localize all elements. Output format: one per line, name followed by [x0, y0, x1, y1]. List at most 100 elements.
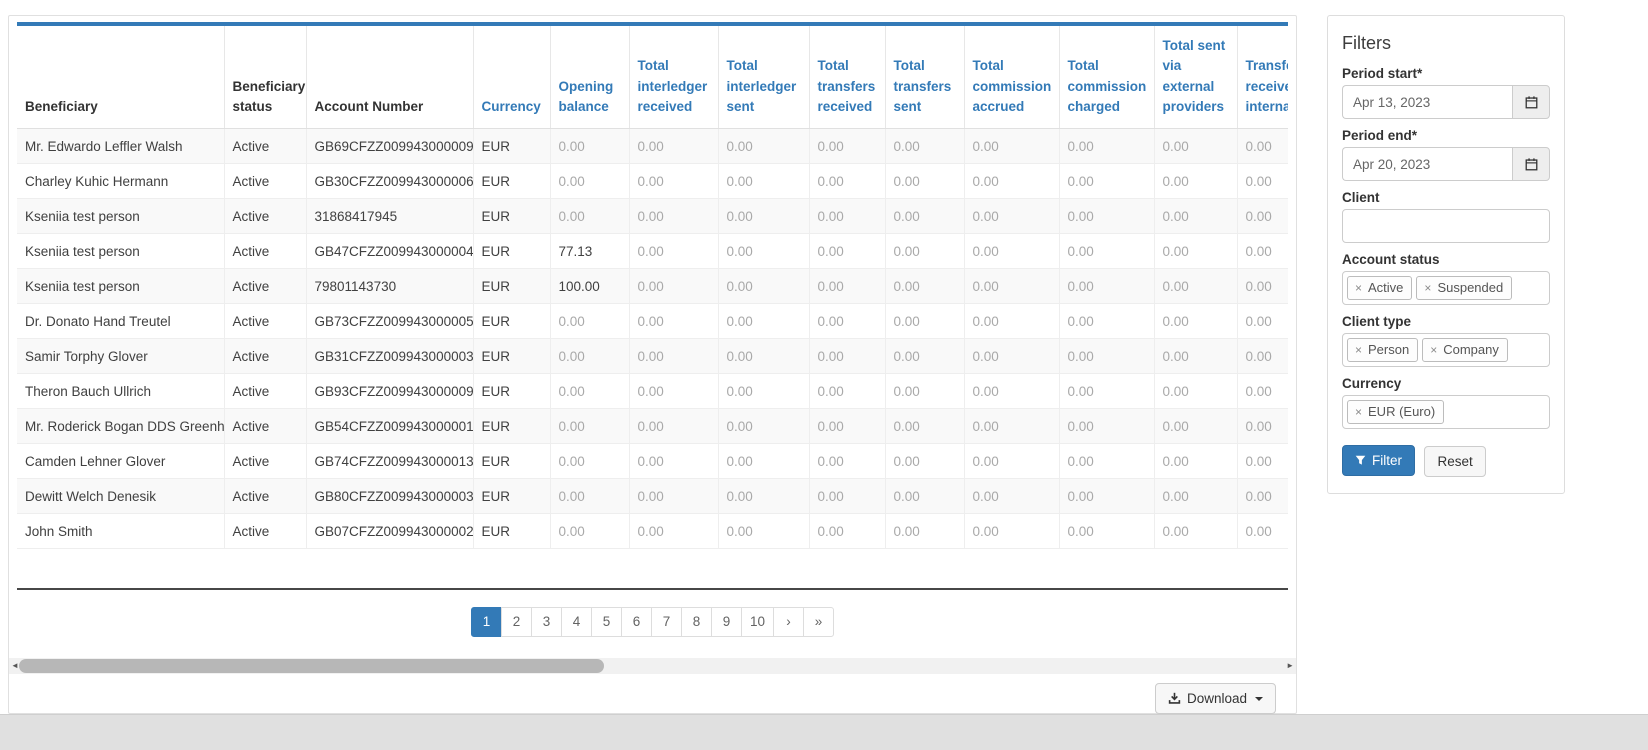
cell-beneficiary-status: Active: [224, 199, 306, 234]
filter-button[interactable]: Filter: [1342, 445, 1415, 476]
cell-total-transfers-received: 0.00: [809, 304, 885, 339]
remove-tag-icon[interactable]: ×: [1355, 344, 1362, 356]
cell-account-number: GB47CFZZ00994300000428: [306, 234, 473, 269]
cell-total-interledger-sent: 0.00: [718, 444, 809, 479]
cell-total-commission-charged: 0.00: [1059, 199, 1154, 234]
column-header-total-transfers-sent[interactable]: Total transfers sent: [885, 24, 964, 129]
cell-total-interledger-received: 0.00: [629, 514, 718, 549]
column-header-transfers-received-via-internal[interactable]: Transfers received via internal: [1237, 24, 1288, 129]
scroll-right-icon[interactable]: ►: [1286, 659, 1294, 673]
page-button-6[interactable]: 6: [621, 607, 652, 637]
table-bottom-rule: [17, 588, 1288, 590]
pagination-wrap: 12345678910›»: [9, 607, 1296, 637]
remove-tag-icon[interactable]: ×: [1430, 344, 1437, 356]
cell-beneficiary: Mr. Edwardo Leffler Walsh: [17, 129, 224, 164]
page: BeneficiaryBeneficiary statusAccount Num…: [0, 0, 1648, 750]
client-type-multiselect[interactable]: ×Person×Company: [1342, 333, 1550, 367]
cell-total-transfers-sent: 0.00: [885, 129, 964, 164]
cell-total-interledger-received: 0.00: [629, 374, 718, 409]
cell-beneficiary: Dewitt Welch Denesik: [17, 479, 224, 514]
remove-tag-icon[interactable]: ×: [1355, 406, 1362, 418]
cell-beneficiary: Camden Lehner Glover: [17, 444, 224, 479]
cell-beneficiary-status: Active: [224, 269, 306, 304]
cell-total-sent-via-external-providers: 0.00: [1154, 234, 1237, 269]
cell-transfers-received-via-internal: 0.00: [1237, 164, 1288, 199]
download-button[interactable]: Download: [1155, 683, 1276, 714]
page-button-7[interactable]: 7: [651, 607, 682, 637]
cell-beneficiary-status: Active: [224, 339, 306, 374]
client-input[interactable]: [1342, 209, 1550, 243]
client-label: Client: [1342, 190, 1550, 205]
cell-currency: EUR: [473, 409, 550, 444]
cell-currency: EUR: [473, 129, 550, 164]
page-button-2[interactable]: 2: [501, 607, 532, 637]
column-header-total-interledger-received[interactable]: Total interledger received: [629, 24, 718, 129]
table-row: Dewitt Welch DenesikActiveGB80CFZZ009943…: [17, 479, 1288, 514]
cell-total-transfers-received: 0.00: [809, 269, 885, 304]
cell-opening-balance: 0.00: [550, 164, 629, 199]
cell-total-commission-charged: 0.00: [1059, 444, 1154, 479]
period-start-calendar-button[interactable]: [1512, 85, 1550, 119]
cell-beneficiary-status: Active: [224, 129, 306, 164]
filters-title: Filters: [1342, 33, 1550, 54]
cell-total-transfers-sent: 0.00: [885, 304, 964, 339]
page-button-5[interactable]: 5: [591, 607, 622, 637]
cell-account-number: GB80CFZZ00994300000319: [306, 479, 473, 514]
cell-beneficiary: Kseniia test person: [17, 269, 224, 304]
column-header-currency[interactable]: Currency: [473, 24, 550, 129]
cell-total-commission-accrued: 0.00: [964, 339, 1059, 374]
column-header-opening-balance[interactable]: Opening balance: [550, 24, 629, 129]
column-header-total-commission-accrued[interactable]: Total commission accrued: [964, 24, 1059, 129]
cell-total-transfers-received: 0.00: [809, 444, 885, 479]
cell-total-interledger-sent: 0.00: [718, 234, 809, 269]
scroll-left-icon[interactable]: ◄: [11, 659, 19, 673]
cell-total-commission-accrued: 0.00: [964, 269, 1059, 304]
cell-total-interledger-received: 0.00: [629, 199, 718, 234]
cell-total-interledger-sent: 0.00: [718, 514, 809, 549]
currency-multiselect[interactable]: ×EUR (Euro): [1342, 395, 1550, 429]
page-button-4[interactable]: 4: [561, 607, 592, 637]
cell-total-interledger-received: 0.00: [629, 444, 718, 479]
cell-total-transfers-received: 0.00: [809, 374, 885, 409]
cell-total-sent-via-external-providers: 0.00: [1154, 129, 1237, 164]
page-button-10[interactable]: 10: [741, 607, 774, 637]
page-button-8[interactable]: 8: [681, 607, 712, 637]
horizontal-scrollbar[interactable]: ◄ ►: [9, 658, 1296, 674]
cell-total-interledger-sent: 0.00: [718, 374, 809, 409]
account-status-multiselect[interactable]: ×Active×Suspended: [1342, 271, 1550, 305]
column-header-total-commission-charged[interactable]: Total commission charged: [1059, 24, 1154, 129]
scrollbar-thumb[interactable]: [19, 659, 604, 673]
page-button-1[interactable]: 1: [471, 607, 502, 637]
cell-total-transfers-sent: 0.00: [885, 374, 964, 409]
period-end-input[interactable]: [1342, 147, 1512, 181]
period-start-input[interactable]: [1342, 85, 1512, 119]
table-header-row: BeneficiaryBeneficiary statusAccount Num…: [17, 24, 1288, 129]
cell-opening-balance: 0.00: [550, 304, 629, 339]
cell-total-transfers-sent: 0.00: [885, 409, 964, 444]
remove-tag-icon[interactable]: ×: [1424, 282, 1431, 294]
download-label: Download: [1187, 691, 1247, 706]
beneficiaries-table: BeneficiaryBeneficiary statusAccount Num…: [17, 22, 1288, 549]
account-status-tag: ×Active: [1347, 276, 1412, 300]
cell-account-number: GB07CFZZ00994300000275: [306, 514, 473, 549]
client-type-label: Client type: [1342, 314, 1550, 329]
cell-beneficiary: John Smith: [17, 514, 224, 549]
cell-total-sent-via-external-providers: 0.00: [1154, 409, 1237, 444]
period-end-calendar-button[interactable]: [1512, 147, 1550, 181]
column-header-total-interledger-sent[interactable]: Total interledger sent: [718, 24, 809, 129]
cell-transfers-received-via-internal: 0.00: [1237, 269, 1288, 304]
period-start-group: [1342, 85, 1550, 119]
page-last-button[interactable]: »: [803, 607, 834, 637]
remove-tag-icon[interactable]: ×: [1355, 282, 1362, 294]
page-next-button[interactable]: ›: [773, 607, 804, 637]
column-header-total-transfers-received[interactable]: Total transfers received: [809, 24, 885, 129]
cell-account-number: GB69CFZZ00994300000905: [306, 129, 473, 164]
cell-total-commission-charged: 0.00: [1059, 339, 1154, 374]
reset-button[interactable]: Reset: [1424, 446, 1485, 477]
column-header-total-sent-via-external-providers[interactable]: Total sent via external providers: [1154, 24, 1237, 129]
cell-total-interledger-received: 0.00: [629, 409, 718, 444]
page-button-9[interactable]: 9: [711, 607, 742, 637]
report-panel: BeneficiaryBeneficiary statusAccount Num…: [8, 15, 1297, 714]
page-button-3[interactable]: 3: [531, 607, 562, 637]
cell-total-commission-charged: 0.00: [1059, 479, 1154, 514]
